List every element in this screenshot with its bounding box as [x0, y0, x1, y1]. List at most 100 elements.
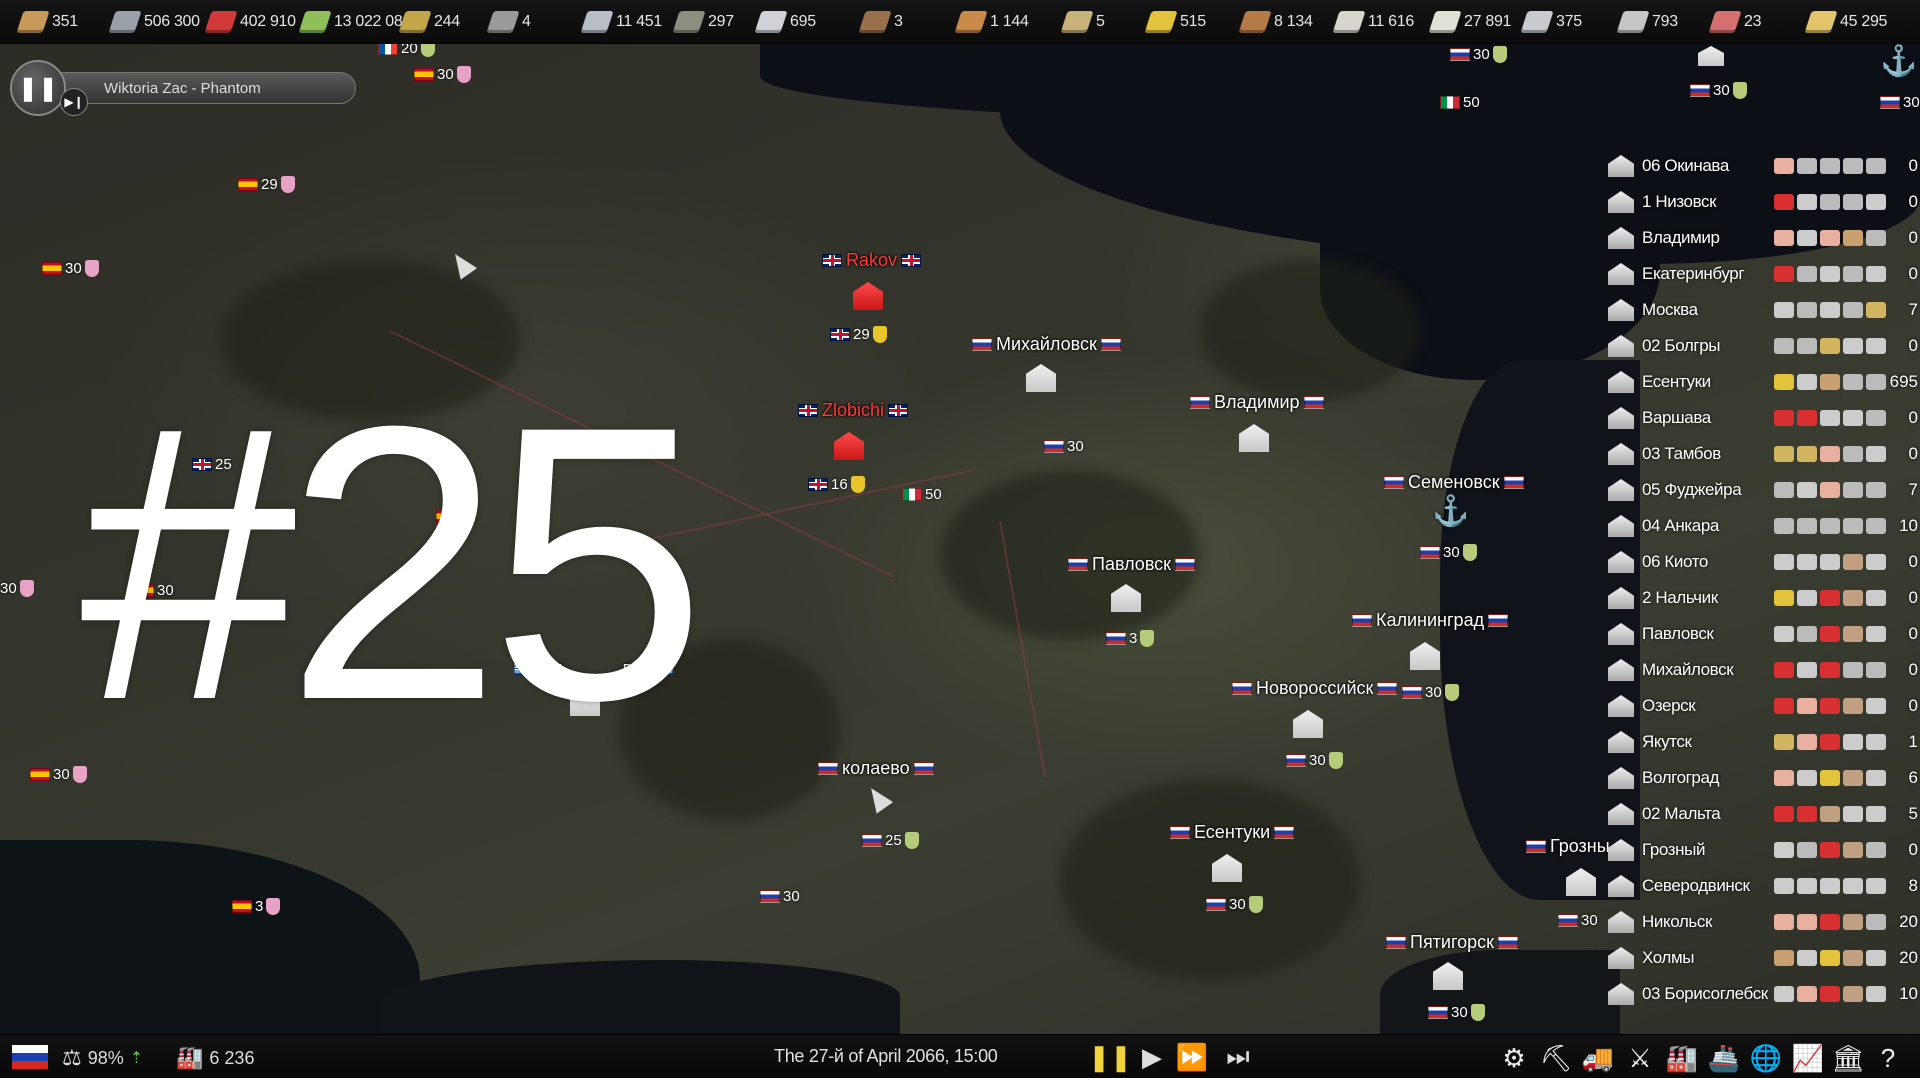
fastest-speed-button[interactable]: ⏭ [1222, 1041, 1254, 1073]
city-list-row[interactable]: 04 Анкара 10 [1604, 508, 1920, 544]
city-list-row[interactable]: Холмы 20 [1604, 940, 1920, 976]
map-unit[interactable]: 30 [1558, 912, 1598, 929]
resource-item[interactable]: 506 300 [108, 8, 200, 36]
map-unit[interactable]: 30 [1428, 1004, 1485, 1021]
player-nation-flag-icon[interactable] [12, 1045, 48, 1069]
map-city-pyatigorsk[interactable]: Пятигорск [1386, 932, 1519, 953]
city-list-row[interactable]: 02 Болгры 0 [1604, 328, 1920, 364]
music-skip-button[interactable]: ▶❙ [60, 88, 88, 116]
city-list-row[interactable]: Владимир 0 [1604, 220, 1920, 256]
resource-item[interactable]: 1 144 [954, 8, 1029, 36]
map-city-mikhaylovsk[interactable]: Михайловск [972, 334, 1121, 355]
map-unit[interactable]: 30 [1690, 82, 1747, 99]
resource-item[interactable]: 351 [16, 8, 78, 36]
industry-button[interactable]: 🏭 [1664, 1041, 1700, 1075]
help-button[interactable]: ? [1870, 1041, 1906, 1075]
city-list-row[interactable]: 06 Киото 0 [1604, 544, 1920, 580]
city-list-row[interactable]: 02 Мальта 5 [1604, 796, 1920, 832]
map-unit[interactable]: 25 [862, 832, 919, 849]
map-unit[interactable]: 3 [1106, 630, 1155, 647]
resource-item[interactable]: 297 [672, 8, 734, 36]
city-list-row[interactable]: Северодвинск 8 [1604, 868, 1920, 904]
city-list-row[interactable]: Никольск 20 [1604, 904, 1920, 940]
city-list-row[interactable]: 05 Фуджейра 7 [1604, 472, 1920, 508]
map-unit[interactable]: 30 [1044, 438, 1084, 455]
city-list-row[interactable]: 2 Нальчик 0 [1604, 580, 1920, 616]
map-city-nikolaevo[interactable]: колаево [818, 758, 934, 779]
city-list-row[interactable]: Варшава 0 [1604, 400, 1920, 436]
map-unit[interactable]: 30 [1402, 684, 1459, 701]
pause-speed-button[interactable]: ❚❚ [1088, 1041, 1132, 1073]
resource-item[interactable]: 11 616 [1332, 8, 1414, 36]
port-anchor-icon[interactable]: ⚓ [1432, 494, 1469, 529]
settings-gear-button[interactable]: ⚙ [1496, 1041, 1532, 1075]
map-unit[interactable]: 29 [830, 326, 887, 343]
city-list-row[interactable]: Есентуки 695 [1604, 364, 1920, 400]
construction-button[interactable]: ⛏ [1538, 1041, 1574, 1075]
map-city-grozny[interactable]: Грозны [1526, 836, 1610, 857]
map-unit[interactable]: 50 [1440, 94, 1480, 111]
resource-item[interactable]: 4 [486, 8, 531, 36]
resource-item[interactable]: 3 [858, 8, 903, 36]
map-city-kaliningrad[interactable]: Калининград [1352, 610, 1509, 631]
resource-item[interactable]: 5 [1060, 8, 1105, 36]
map-unit[interactable]: 30 [1420, 544, 1477, 561]
fast-speed-button[interactable]: ⏩ [1176, 1041, 1208, 1073]
map-unit[interactable]: 30 [1880, 94, 1920, 111]
map-city-pavlovsk[interactable]: Павловск [1068, 554, 1196, 575]
map-unit[interactable]: 30 [760, 888, 800, 905]
resource-item[interactable]: 23 [1708, 8, 1762, 36]
map-unit[interactable]: 3 [232, 898, 281, 915]
map-unit[interactable]: 30 [1450, 46, 1507, 63]
resource-item[interactable]: 375 [1520, 8, 1582, 36]
map-unit[interactable]: 30 [1286, 752, 1343, 769]
city-list-row[interactable]: Озерск 0 [1604, 688, 1920, 724]
map-city-vladimir[interactable]: Владимир [1190, 392, 1324, 413]
map-city-rakov[interactable]: Rakov [822, 250, 922, 271]
resource-item[interactable]: 27 891 [1428, 8, 1511, 36]
city-list-row[interactable]: Екатеринбург 0 [1604, 256, 1920, 292]
resource-item[interactable]: 515 [1144, 8, 1206, 36]
approval-indicator[interactable]: ⚖ 98% ⇡ [62, 1045, 143, 1071]
city-list-row[interactable]: Якутск 1 [1604, 724, 1920, 760]
map-city-yesentuki[interactable]: Есентуки [1170, 822, 1295, 843]
map-city-novorossiysk[interactable]: Новороссийск [1232, 678, 1398, 699]
map-unit[interactable]: 30 [414, 66, 471, 83]
diplomacy-button[interactable]: 🌐 [1748, 1041, 1784, 1075]
music-pause-button[interactable]: ❚❚ [10, 60, 66, 116]
city-list-row[interactable]: 03 Борисоглебск 10 [1604, 976, 1920, 1012]
resource-item[interactable]: 45 295 [1804, 8, 1887, 36]
map-unit[interactable]: 30 [1206, 896, 1263, 913]
map-city-semenovsk[interactable]: Семеновск [1384, 472, 1524, 493]
city-list-row[interactable]: Грозный 0 [1604, 832, 1920, 868]
resource-item[interactable]: 11 451 [580, 8, 662, 36]
resource-item[interactable]: 13 022 088 [298, 8, 411, 36]
map-unit[interactable]: 29 [238, 176, 295, 193]
map-unit[interactable]: 30 [42, 260, 99, 277]
map-unit[interactable]: 16 [808, 476, 865, 493]
resource-item[interactable]: 8 134 [1238, 8, 1313, 36]
transport-button[interactable]: 🚚 [1580, 1041, 1616, 1075]
city-list-row[interactable]: Москва 7 [1604, 292, 1920, 328]
city-list-row[interactable]: 03 Тамбов 0 [1604, 436, 1920, 472]
port-anchor-icon[interactable]: ⚓ [1880, 44, 1917, 79]
map-unit[interactable]: 50 [902, 486, 942, 503]
resource-item[interactable]: 793 [1616, 8, 1678, 36]
city-list-row[interactable]: Павловск 0 [1604, 616, 1920, 652]
statistics-button[interactable]: 📈 [1790, 1041, 1826, 1075]
city-list-row[interactable]: 06 Окинава 0 [1604, 148, 1920, 184]
map-unit[interactable]: 30 [30, 766, 87, 783]
city-list-row[interactable]: Михайловск 0 [1604, 652, 1920, 688]
city-list-row[interactable]: 1 Низовск 0 [1604, 184, 1920, 220]
military-button[interactable]: ⚔ [1622, 1041, 1658, 1075]
map-city-zlobichi[interactable]: Zlobichi [798, 400, 909, 421]
resource-item[interactable]: 244 [398, 8, 460, 36]
government-button[interactable]: 🏛 [1830, 1041, 1866, 1075]
play-speed-button[interactable]: ▶ [1136, 1041, 1168, 1073]
city-list-row[interactable]: Волгоград 6 [1604, 760, 1920, 796]
population-indicator[interactable]: 🏭 6 236 [176, 1045, 254, 1071]
map-unit[interactable]: 30 [0, 580, 34, 597]
resource-item[interactable]: 695 [754, 8, 816, 36]
shipping-button[interactable]: 🚢 [1706, 1041, 1742, 1075]
resource-item[interactable]: 402 910 [204, 8, 296, 36]
